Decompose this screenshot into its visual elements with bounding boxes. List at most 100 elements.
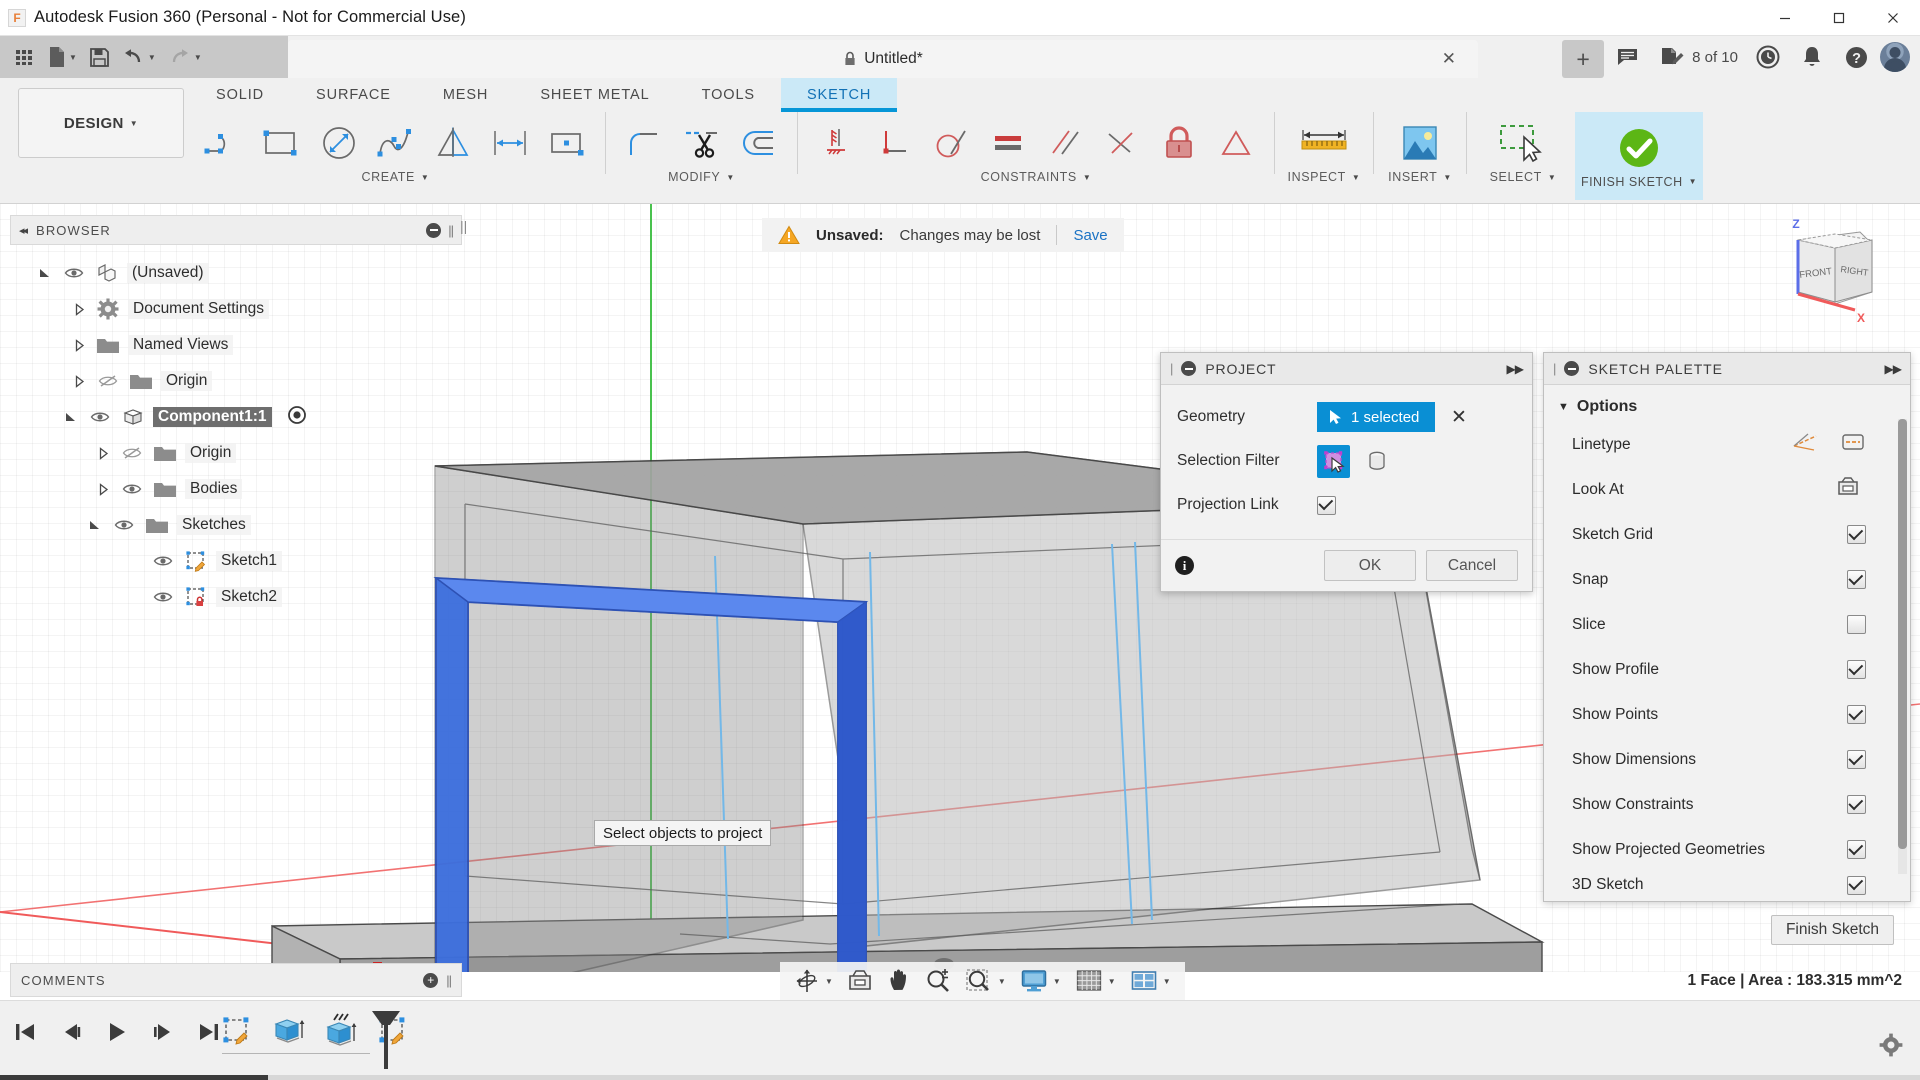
trim-icon[interactable] — [673, 115, 730, 171]
show-points-checkbox[interactable] — [1847, 705, 1866, 724]
display-settings-icon[interactable]: ▼ — [1014, 964, 1067, 998]
tab-solid[interactable]: SOLID — [190, 78, 290, 112]
visibility-eye-icon[interactable] — [111, 518, 137, 532]
clear-selection-icon[interactable]: ✕ — [1451, 406, 1467, 429]
timeline-extrude-feature[interactable] — [270, 1011, 308, 1051]
tab-sketch[interactable]: SKETCH — [781, 78, 897, 112]
step-forward-icon[interactable] — [148, 1017, 178, 1047]
expander-expanded-icon[interactable] — [86, 518, 104, 532]
undo-icon[interactable]: ▼ — [117, 40, 161, 74]
measure-icon[interactable] — [1285, 115, 1363, 171]
close-icon[interactable]: ✕ — [1442, 49, 1456, 69]
palette-finish-sketch-button[interactable]: Finish Sketch — [1771, 915, 1894, 945]
expander-expanded-icon[interactable] — [62, 410, 80, 424]
chevron-down-icon[interactable]: ▼ — [69, 53, 77, 62]
new-tab-button[interactable]: + — [1562, 40, 1604, 78]
expander-collapsed-icon[interactable] — [94, 447, 112, 460]
expander-collapsed-icon[interactable] — [94, 483, 112, 496]
orbit-icon[interactable]: ▼ — [788, 964, 839, 998]
fix-constraint-icon[interactable] — [1150, 115, 1207, 171]
redo-icon[interactable]: ▼ — [163, 40, 207, 74]
expander-expanded-icon[interactable] — [36, 266, 54, 280]
midpoint-constraint-icon[interactable] — [1093, 115, 1150, 171]
symmetry-constraint-icon[interactable] — [1207, 115, 1264, 171]
group-label-select[interactable]: SELECT ▼ — [1490, 170, 1557, 184]
chevron-down-icon[interactable]: ▼ — [1163, 977, 1171, 986]
info-icon[interactable]: i — [1175, 556, 1194, 575]
tree-node-component1[interactable]: Component1:1 — [10, 399, 462, 435]
centerline-icon[interactable] — [1840, 431, 1866, 458]
select-bodies-filter[interactable] — [1360, 445, 1393, 478]
minimize-panel-icon[interactable] — [426, 223, 441, 238]
tree-node-origin-root[interactable]: Origin — [10, 363, 462, 399]
group-label-insert[interactable]: INSERT ▼ — [1388, 170, 1452, 184]
snap-checkbox[interactable] — [1847, 570, 1866, 589]
palette-grip-icon[interactable]: | — [1553, 361, 1555, 376]
group-label-constraints[interactable]: CONSTRAINTS ▼ — [981, 170, 1092, 184]
rectangular-pattern-icon[interactable] — [538, 115, 595, 171]
visibility-eye-icon[interactable] — [150, 590, 176, 604]
visibility-eye-icon[interactable] — [61, 266, 87, 280]
sketch-grid-checkbox[interactable] — [1847, 525, 1866, 544]
tree-node-named-views[interactable]: Named Views — [10, 327, 462, 363]
app-grid-icon[interactable] — [8, 40, 40, 74]
tree-node-document-settings[interactable]: Document Settings — [10, 291, 462, 327]
panel-grip-icon[interactable]: || — [448, 223, 453, 238]
dialog-collapse-icon[interactable] — [1181, 361, 1196, 376]
collapse-icon[interactable]: ◂◂ — [19, 224, 26, 237]
activate-component-radio[interactable] — [287, 405, 307, 430]
cancel-button[interactable]: Cancel — [1426, 550, 1518, 581]
document-tab[interactable]: Untitled* ✕ — [288, 40, 1478, 78]
tree-node-sketch2[interactable]: Sketch2 — [10, 579, 462, 615]
maximize-button[interactable] — [1812, 0, 1866, 36]
timeline-progress-bar[interactable] — [0, 1075, 1920, 1080]
expander-collapsed-icon[interactable] — [70, 339, 88, 352]
show-projected-geometries-checkbox[interactable] — [1847, 840, 1866, 859]
offset-icon[interactable] — [730, 115, 787, 171]
workspace-switcher[interactable]: DESIGN ▼ — [18, 88, 184, 158]
tab-sheet-metal[interactable]: SHEET METAL — [514, 78, 675, 112]
new-file-icon[interactable]: ▼ — [42, 40, 82, 74]
options-section-header[interactable]: ▼ Options — [1544, 385, 1910, 422]
settings-gear-icon[interactable] — [1878, 1032, 1904, 1058]
save-icon[interactable] — [84, 40, 115, 74]
dialog-expand-icon[interactable]: ▶▶ — [1507, 362, 1523, 376]
tab-surface[interactable]: SURFACE — [290, 78, 417, 112]
comments-grip-icon[interactable]: || — [446, 973, 451, 988]
add-comment-icon[interactable]: + — [423, 973, 438, 988]
dialog-grip-icon[interactable]: | — [1170, 361, 1172, 376]
palette-collapse-icon[interactable] — [1564, 361, 1579, 376]
tab-mesh[interactable]: MESH — [417, 78, 515, 112]
sketch-dimension-icon[interactable] — [481, 115, 538, 171]
chevron-down-icon[interactable]: ▼ — [825, 977, 833, 986]
rectangle-icon[interactable] — [253, 115, 310, 171]
select-faces-filter[interactable] — [1317, 445, 1350, 478]
visibility-eye-icon[interactable] — [87, 410, 113, 424]
visibility-eye-icon[interactable] — [119, 482, 145, 496]
save-link[interactable]: Save — [1073, 227, 1107, 244]
ok-button[interactable]: OK — [1324, 550, 1416, 581]
mirror-icon[interactable] — [424, 115, 481, 171]
projection-link-checkbox[interactable] — [1317, 496, 1336, 515]
chevron-down-icon[interactable]: ▼ — [148, 53, 156, 62]
project-dialog-header[interactable]: | PROJECT ▶▶ — [1161, 353, 1532, 385]
step-back-icon[interactable] — [56, 1017, 86, 1047]
insert-image-icon[interactable] — [1384, 115, 1456, 171]
help-icon[interactable]: ? — [1836, 37, 1876, 77]
fillet-icon[interactable] — [616, 115, 673, 171]
show-constraints-checkbox[interactable] — [1847, 795, 1866, 814]
tree-node-unsaved[interactable]: (Unsaved) — [10, 255, 462, 291]
notifications-bell-icon[interactable] — [1792, 37, 1832, 77]
tree-node-bodies[interactable]: Bodies — [10, 471, 462, 507]
visibility-eye-icon[interactable] — [150, 554, 176, 568]
palette-scrollbar[interactable] — [1898, 419, 1907, 874]
view-cube[interactable]: FRONT RIGHT Z X — [1760, 204, 1910, 334]
close-button[interactable] — [1866, 0, 1920, 36]
construction-line-icon[interactable] — [1792, 431, 1818, 458]
expander-collapsed-icon[interactable] — [70, 375, 88, 388]
zoom-icon[interactable] — [919, 964, 957, 998]
tab-tools[interactable]: TOOLS — [676, 78, 781, 112]
equal-constraint-icon[interactable] — [979, 115, 1036, 171]
perpendicular-constraint-icon[interactable] — [865, 115, 922, 171]
comments-icon[interactable] — [1608, 37, 1648, 77]
